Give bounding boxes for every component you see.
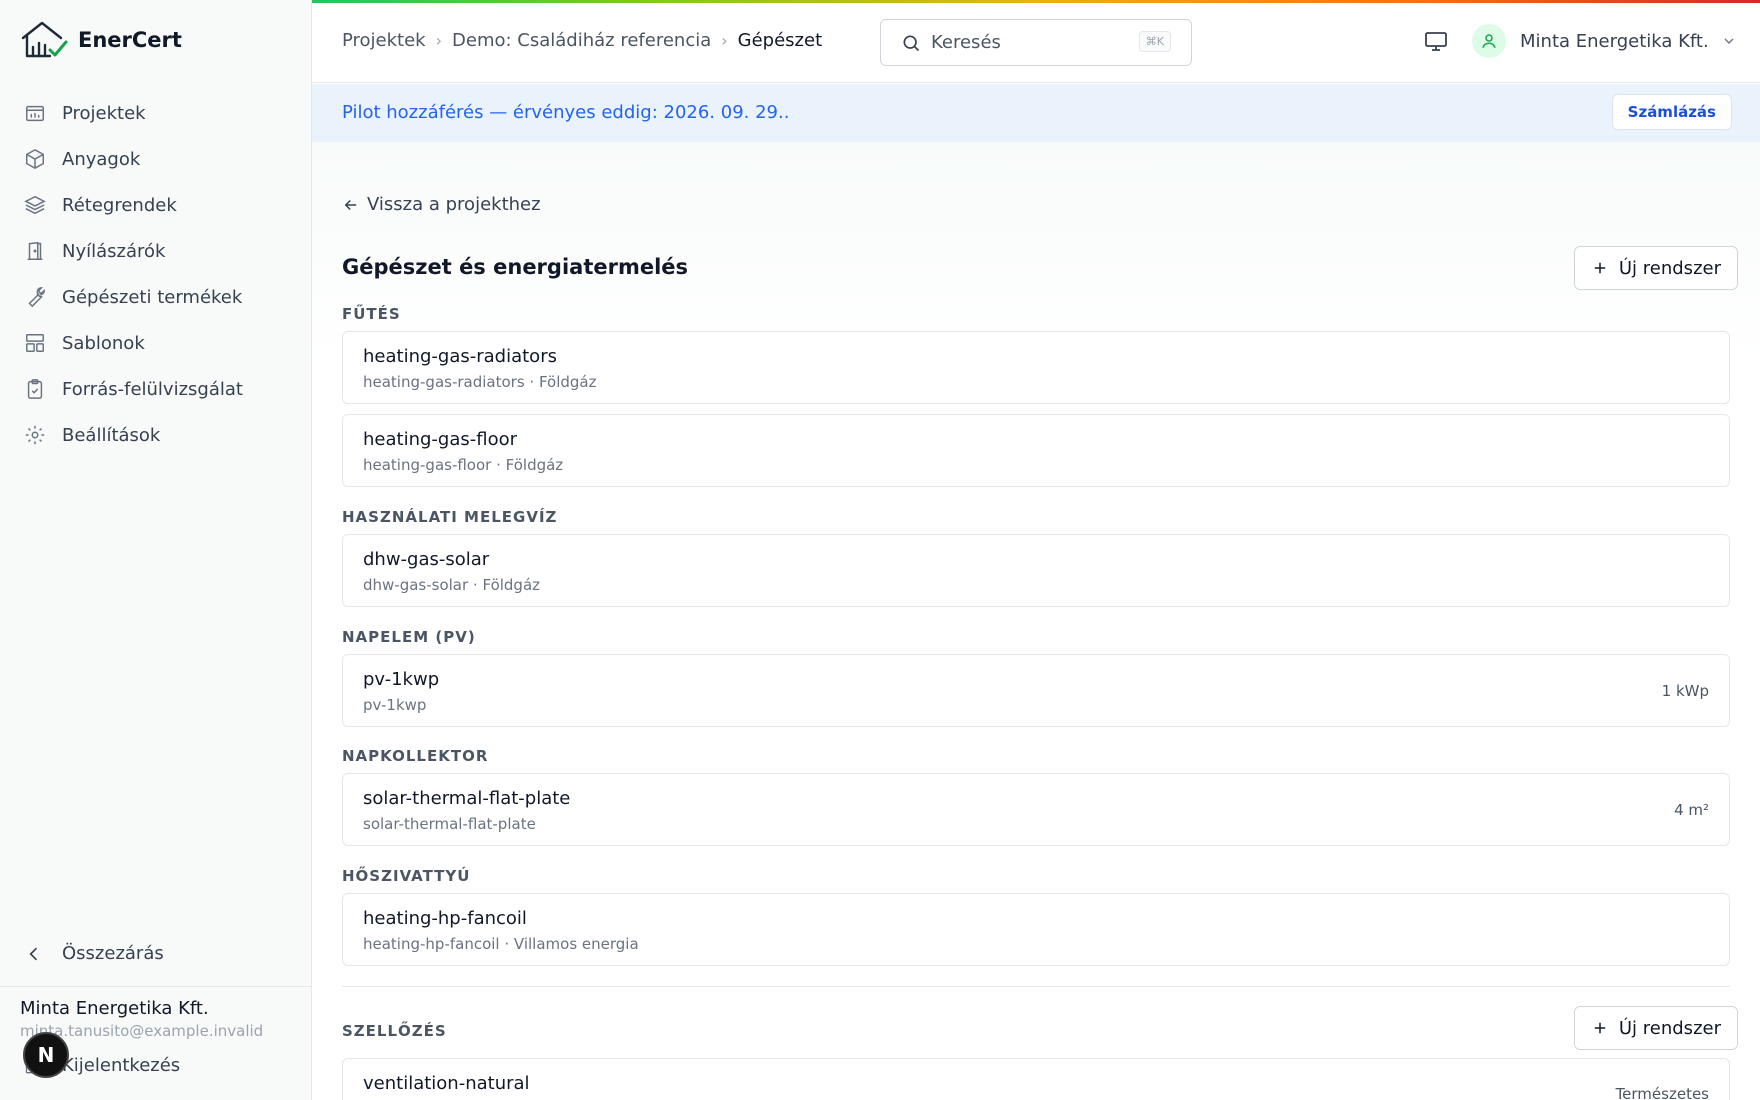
- sidebar-item-label: Forrás-felülvizsgálat: [62, 378, 243, 400]
- sidebar-item-anyagok[interactable]: Anyagok: [0, 136, 311, 182]
- layers-icon: [24, 194, 46, 216]
- search-icon: [903, 35, 920, 51]
- sidebar-item-label: Anyagok: [62, 148, 141, 170]
- system-card[interactable]: solar-thermal-flat-plate solar-thermal-f…: [342, 773, 1730, 846]
- sidebar-nav: Projektek Anyagok Rétegrendek Nyílászáró…: [0, 90, 311, 458]
- system-subtitle: heating-gas-floor · Földgáz: [363, 456, 564, 474]
- system-type: Természetes: [1615, 1085, 1709, 1100]
- sidebar-item-beallitasok[interactable]: Beállítások: [0, 412, 311, 458]
- section-label-heating: FŰTÉS: [342, 305, 401, 323]
- system-name: pv-1kwp: [363, 669, 440, 690]
- system-subtitle: heating-hp-fancoil · Villamos energia: [363, 935, 639, 953]
- wrench-icon: [24, 286, 46, 308]
- system-card[interactable]: pv-1kwp pv-1kwp 1 kWp: [342, 654, 1730, 727]
- system-name: ventilation-natural: [363, 1073, 530, 1094]
- search-shortcut: ⌘K: [1138, 31, 1171, 52]
- system-area: 4 m²: [1674, 801, 1709, 819]
- section-label-solar-thermal: NAPKOLLEKTOR: [342, 747, 489, 765]
- gear-icon: [24, 424, 46, 446]
- chevron-down-icon: [1724, 38, 1734, 44]
- new-system-label: Új rendszer: [1618, 257, 1721, 279]
- user-icon: [1482, 34, 1496, 48]
- new-system-label: Új rendszer: [1618, 1017, 1721, 1039]
- sidebar-item-label: Projektek: [62, 102, 146, 124]
- system-name: heating-gas-radiators: [363, 346, 557, 367]
- sidebar-item-label: Beállítások: [62, 424, 161, 446]
- search-placeholder: Keresés: [931, 32, 1001, 53]
- sidebar-item-retegrendek[interactable]: Rétegrendek: [0, 182, 311, 228]
- system-name: solar-thermal-flat-plate: [363, 788, 571, 809]
- new-ventilation-system-button[interactable]: Új rendszer: [1573, 1006, 1738, 1050]
- app-name: EnerCert: [78, 28, 182, 52]
- sidebar-item-forras-felulvizsgalat[interactable]: Forrás-felülvizsgálat: [0, 366, 311, 412]
- collapse-label: Összezárás: [62, 943, 164, 964]
- section-label-ventilation: SZELLŐZÉS: [342, 1022, 447, 1040]
- sidebar-item-gepeszeti-termekek[interactable]: Gépészeti termékek: [0, 274, 311, 320]
- chevron-right-icon: ›: [435, 31, 443, 50]
- arrow-left-icon: [344, 199, 357, 210]
- projects-icon: [24, 102, 46, 124]
- sidebar-item-label: Sablonok: [62, 332, 145, 354]
- topbar: Projektek › Demo: Családiház referencia …: [312, 0, 1760, 83]
- sidebar-item-label: Gépészeti termékek: [62, 286, 243, 308]
- house-chart-icon: [21, 21, 68, 58]
- section-label-pv: NAPELEM (PV): [342, 628, 476, 646]
- sidebar-item-projektek[interactable]: Projektek: [0, 90, 311, 136]
- search-input[interactable]: Keresés ⌘K: [880, 19, 1192, 66]
- main-content: Vissza a projekthez Gépészet és energiat…: [312, 142, 1760, 1100]
- logout-label: Kijelentkezés: [62, 1055, 181, 1076]
- sidebar-item-label: Rétegrendek: [62, 194, 177, 216]
- back-label: Vissza a projekthez: [367, 194, 541, 215]
- system-name: dhw-gas-solar: [363, 549, 490, 570]
- template-icon: [24, 332, 46, 354]
- chevron-left-icon: [29, 947, 38, 960]
- breadcrumb: Projektek › Demo: Családiház referencia …: [342, 30, 822, 51]
- clipboard-check-icon: [24, 378, 46, 400]
- app-logo[interactable]: EnerCert: [20, 20, 182, 60]
- banner-text: Pilot hozzáférés — érvényes eddig: 2026.…: [342, 102, 790, 123]
- pilot-banner: Pilot hozzáférés — érvényes eddig: 2026.…: [312, 84, 1760, 142]
- sidebar: EnerCert Projektek Anyagok Rétegrendek N…: [0, 0, 312, 1100]
- box-icon: [24, 148, 46, 170]
- breadcrumb-current: Gépészet: [737, 30, 823, 51]
- system-subtitle: solar-thermal-flat-plate: [363, 815, 536, 833]
- sidebar-item-nyilaszarok[interactable]: Nyílászárók: [0, 228, 311, 274]
- dev-tools-badge[interactable]: N: [23, 1032, 69, 1078]
- billing-button[interactable]: Számlázás: [1611, 94, 1732, 130]
- breadcrumb-project[interactable]: Demo: Családiház referencia: [452, 30, 711, 51]
- breadcrumb-projektek[interactable]: Projektek: [342, 30, 426, 51]
- page-title: Gépészet és energiatermelés: [342, 255, 689, 279]
- brand-gradient-line: [312, 0, 1760, 3]
- monitor-icon[interactable]: [1424, 29, 1448, 53]
- account-menu[interactable]: Minta Energetika Kft.: [1472, 24, 1737, 58]
- section-label-heat-pump: HŐSZIVATTYÚ: [342, 867, 471, 885]
- system-card[interactable]: heating-gas-radiators heating-gas-radiat…: [342, 331, 1730, 404]
- sidebar-divider: [0, 986, 311, 987]
- back-to-project-link[interactable]: Vissza a projekthez: [342, 194, 541, 215]
- plus-icon: [1594, 262, 1606, 274]
- system-name: heating-gas-floor: [363, 429, 517, 450]
- sidebar-item-sablonok[interactable]: Sablonok: [0, 320, 311, 366]
- system-name: heating-hp-fancoil: [363, 908, 527, 929]
- account-name: Minta Energetika Kft.: [1520, 30, 1709, 52]
- system-card[interactable]: heating-hp-fancoil heating-hp-fancoil · …: [342, 893, 1730, 966]
- system-subtitle: dhw-gas-solar · Földgáz: [363, 576, 541, 594]
- plus-icon: [1594, 1022, 1606, 1034]
- system-card[interactable]: dhw-gas-solar dhw-gas-solar · Földgáz: [342, 534, 1730, 607]
- collapse-sidebar-button[interactable]: Összezárás: [24, 943, 164, 964]
- sidebar-item-label: Nyílászárók: [62, 240, 166, 262]
- section-label-dhw: HASZNÁLATI MELEGVÍZ: [342, 508, 558, 526]
- system-subtitle: pv-1kwp: [363, 696, 427, 714]
- system-capacity: 1 kWp: [1661, 682, 1709, 700]
- section-divider: [342, 986, 1730, 987]
- system-subtitle: heating-gas-radiators · Földgáz: [363, 373, 597, 391]
- door-icon: [24, 240, 46, 262]
- system-card[interactable]: ventilation-natural Természetes: [342, 1058, 1730, 1100]
- avatar: [1472, 24, 1506, 58]
- system-card[interactable]: heating-gas-floor heating-gas-floor · Fö…: [342, 414, 1730, 487]
- user-name: Minta Energetika Kft.: [20, 998, 209, 1019]
- chevron-right-icon: ›: [721, 31, 728, 50]
- new-system-button[interactable]: Új rendszer: [1573, 246, 1738, 290]
